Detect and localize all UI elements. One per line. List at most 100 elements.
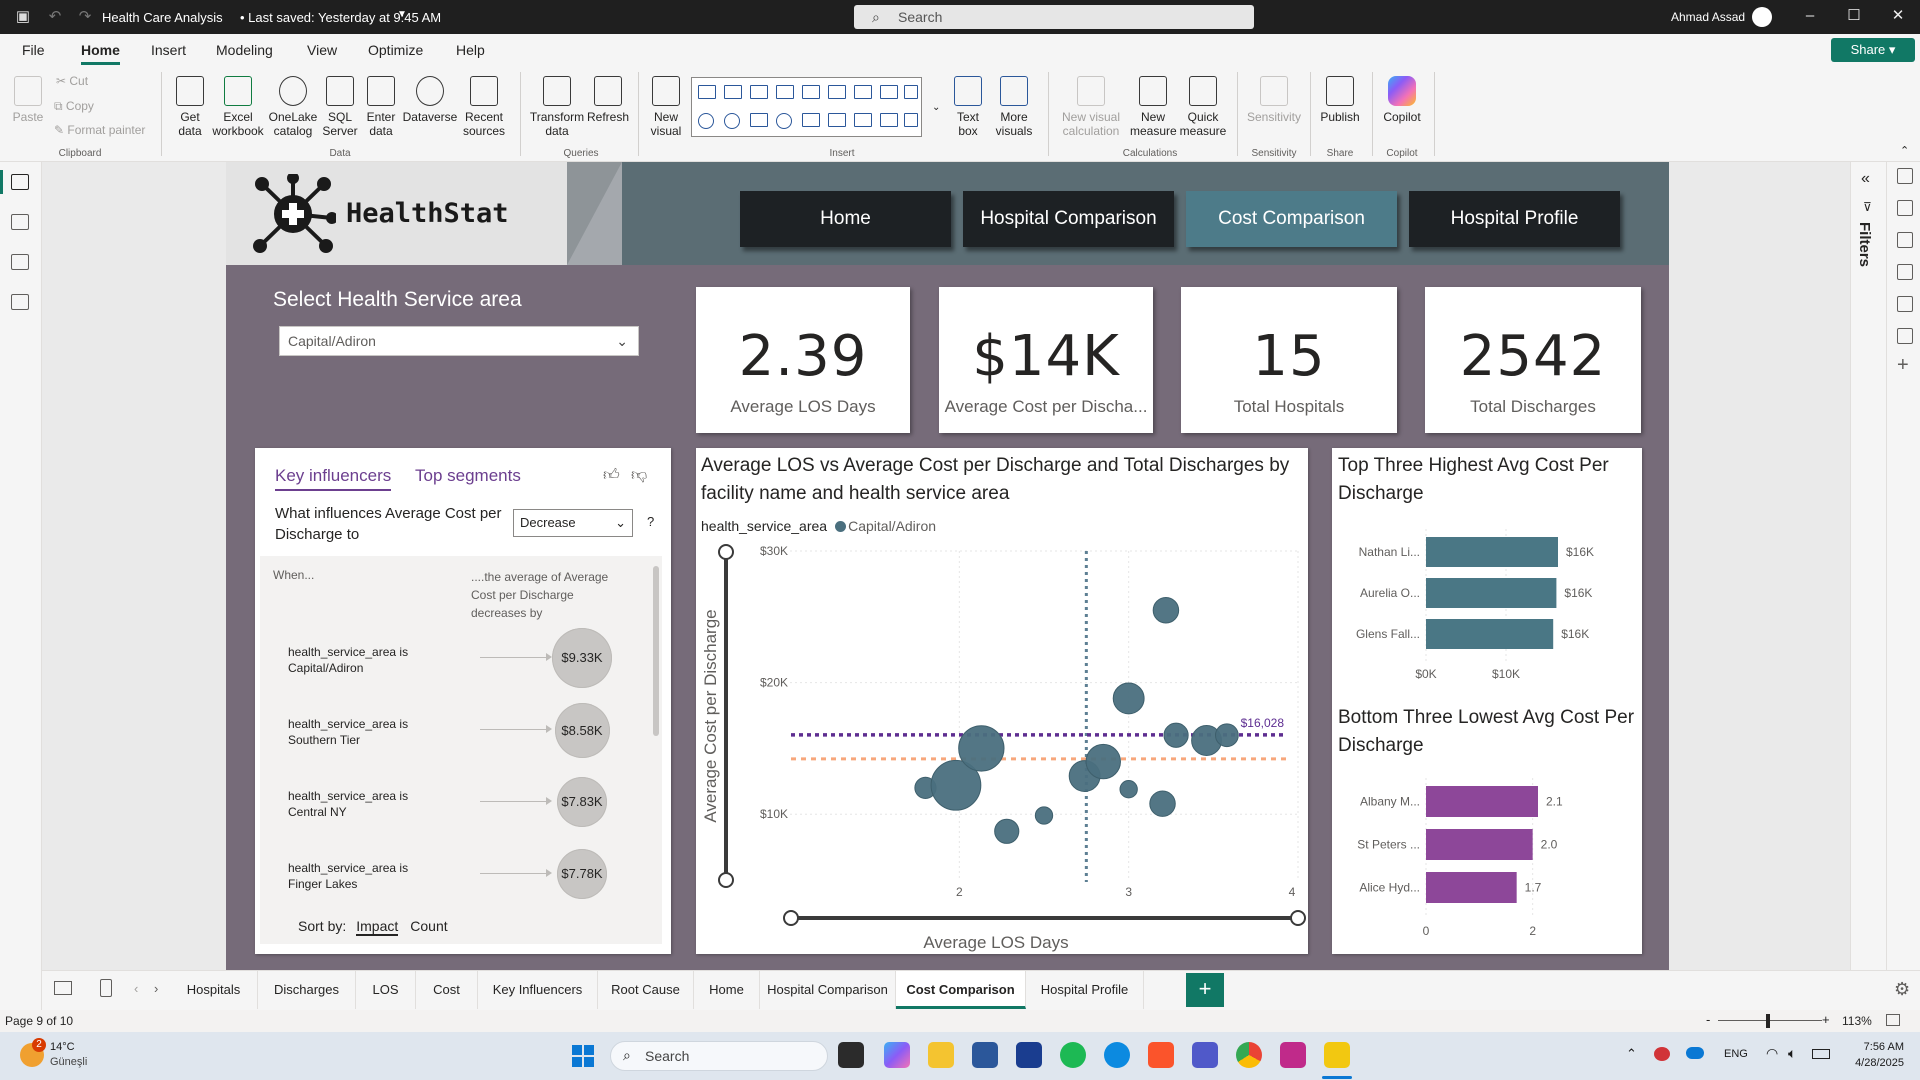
direction-dropdown[interactable]: Decrease ⌄: [513, 509, 633, 537]
nav-tab-hospital-comparison[interactable]: Hospital Comparison: [963, 191, 1174, 247]
fit-to-page-icon[interactable]: [1886, 1014, 1900, 1026]
tray-app-icon[interactable]: [1654, 1047, 1670, 1061]
influencer-label[interactable]: health_service_area is Central NY: [288, 788, 438, 820]
copilot-button[interactable]: Copilot: [1378, 76, 1426, 124]
settings-gear-icon[interactable]: ⚙: [1894, 979, 1910, 1000]
menu-insert[interactable]: Insert: [151, 42, 186, 58]
sort-count-button[interactable]: Count: [410, 918, 447, 934]
onedrive-icon[interactable]: [1686, 1047, 1704, 1059]
share-button[interactable]: Share ▾: [1831, 38, 1915, 62]
menu-file[interactable]: File: [22, 42, 45, 58]
sort-impact-button[interactable]: Impact: [356, 918, 399, 936]
expand-icon[interactable]: «: [1861, 170, 1870, 188]
volume-icon[interactable]: 🔈︎: [1788, 1045, 1796, 1062]
mobile-layout-icon[interactable]: [100, 979, 112, 997]
clock-time[interactable]: 7:56 AM: [1858, 1041, 1904, 1053]
text-box-button[interactable]: Text box: [948, 76, 988, 138]
nav-tab-hospital-profile[interactable]: Hospital Profile: [1409, 191, 1620, 247]
clustered-bar-icon[interactable]: [750, 85, 768, 99]
chrome-icon[interactable]: [1236, 1042, 1262, 1068]
saved-status[interactable]: • Last saved: Yesterday at 9:45 AM: [240, 10, 441, 25]
menu-help[interactable]: Help: [456, 42, 485, 58]
file-explorer-icon[interactable]: [928, 1042, 954, 1068]
format-pane-icon[interactable]: [1897, 232, 1913, 248]
matrix-icon[interactable]: [904, 113, 918, 127]
performance-analyzer-icon[interactable]: [1897, 328, 1913, 344]
zoom-out-button[interactable]: -: [1706, 1012, 1710, 1027]
enter-data-button[interactable]: Enter data: [362, 76, 400, 138]
page-tab-root-cause[interactable]: Root Cause: [598, 971, 694, 1009]
map-icon[interactable]: [776, 113, 792, 129]
menu-modeling[interactable]: Modeling: [216, 42, 273, 58]
visualization-gallery[interactable]: [691, 77, 922, 137]
task-view-icon[interactable]: [838, 1042, 864, 1068]
l-app-icon[interactable]: [1016, 1042, 1042, 1068]
recent-sources-button[interactable]: Recent sources: [458, 76, 510, 138]
new-visual-calculation-button[interactable]: New visual calculation: [1056, 76, 1126, 138]
spotify-icon[interactable]: [1060, 1042, 1086, 1068]
thumbs-down-icon[interactable]: 👎︎: [631, 466, 647, 485]
thumbs-up-icon[interactable]: 👍︎: [603, 466, 620, 485]
snipping-tool-icon[interactable]: [1280, 1042, 1306, 1068]
100-column-icon[interactable]: [828, 85, 846, 99]
wifi-icon[interactable]: ◠: [1766, 1045, 1778, 1062]
influencer-label[interactable]: health_service_area is Capital/Adiron: [288, 644, 438, 676]
dax-query-view-icon[interactable]: [11, 294, 29, 310]
new-visual-button[interactable]: New visual: [646, 76, 686, 138]
100-bar-icon[interactable]: [802, 85, 820, 99]
gallery-expand-icon[interactable]: ⌄: [932, 102, 940, 113]
refresh-button[interactable]: Refresh: [586, 76, 630, 124]
onelake-button[interactable]: OneLake catalog: [268, 76, 318, 138]
tab-key-influencers[interactable]: Key influencers: [275, 466, 392, 491]
menu-optimize[interactable]: Optimize: [368, 42, 423, 58]
table-visual-icon[interactable]: [880, 113, 898, 127]
scatter-chart-visual[interactable]: Average LOS vs Average Cost per Discharg…: [696, 448, 1308, 954]
page-tab-key-influencers[interactable]: Key Influencers: [478, 971, 598, 1009]
tab-top-segments[interactable]: Top segments: [415, 466, 521, 486]
transform-data-button[interactable]: Transform data: [528, 76, 586, 138]
card-icon[interactable]: [828, 113, 846, 127]
nav-tab-home[interactable]: Home: [740, 191, 951, 247]
help-icon[interactable]: ?: [647, 514, 654, 529]
publish-button[interactable]: Publish: [1316, 76, 1364, 124]
page-tab-hospital-profile[interactable]: Hospital Profile: [1026, 971, 1144, 1009]
page-tab-home[interactable]: Home: [694, 971, 760, 1009]
format-painter-button[interactable]: ✎ Format painter: [54, 123, 145, 137]
collapse-ribbon-icon[interactable]: ⌃: [1900, 144, 1909, 157]
sql-server-button[interactable]: SQL Server: [320, 76, 360, 138]
influencer-label[interactable]: health_service_area is Southern Tier: [288, 716, 438, 748]
more-visuals-button[interactable]: More visuals: [990, 76, 1038, 138]
page-tab-cost[interactable]: Cost: [416, 971, 478, 1009]
excel-workbook-button[interactable]: Excel workbook: [210, 76, 266, 138]
page-tab-los[interactable]: LOS: [356, 971, 416, 1009]
cut-button[interactable]: ✂ Cut: [56, 74, 88, 88]
table-view-icon[interactable]: [11, 214, 29, 230]
tray-overflow-icon[interactable]: ⌃: [1626, 1046, 1637, 1062]
clock-date[interactable]: 4/28/2025: [1846, 1057, 1904, 1069]
windows-start-icon[interactable]: [572, 1045, 594, 1067]
clustered-column-icon[interactable]: [776, 85, 794, 99]
store-icon[interactable]: [972, 1042, 998, 1068]
ribbon-chart-icon[interactable]: [904, 85, 918, 99]
line-chart-icon[interactable]: [854, 85, 872, 99]
model-view-icon[interactable]: [11, 254, 29, 270]
report-view-icon[interactable]: [11, 174, 29, 190]
battery-icon[interactable]: [1812, 1049, 1830, 1059]
new-measure-button[interactable]: New measure: [1130, 76, 1177, 138]
pie-chart-icon[interactable]: [698, 113, 714, 129]
bookmarks-icon[interactable]: [1897, 264, 1913, 280]
copy-button[interactable]: ⧉ Copy: [54, 99, 94, 114]
paste-button[interactable]: Paste: [10, 76, 46, 124]
influencer-bubble[interactable]: $9.33K: [552, 628, 612, 688]
teams-icon[interactable]: [1192, 1042, 1218, 1068]
zoom-slider-track[interactable]: [1718, 1020, 1822, 1021]
area-chart-icon[interactable]: [880, 85, 898, 99]
zoom-in-button[interactable]: +: [1822, 1012, 1830, 1027]
scrollbar[interactable]: [653, 566, 659, 736]
stacked-column-icon[interactable]: [724, 85, 742, 99]
power-bi-icon[interactable]: [1324, 1042, 1350, 1068]
page-tab-hospital-comparison[interactable]: Hospital Comparison: [760, 971, 896, 1009]
influencer-label[interactable]: health_service_area is Finger Lakes: [288, 860, 438, 892]
dataverse-button[interactable]: Dataverse: [402, 76, 458, 124]
data-pane-icon[interactable]: [1897, 168, 1913, 184]
